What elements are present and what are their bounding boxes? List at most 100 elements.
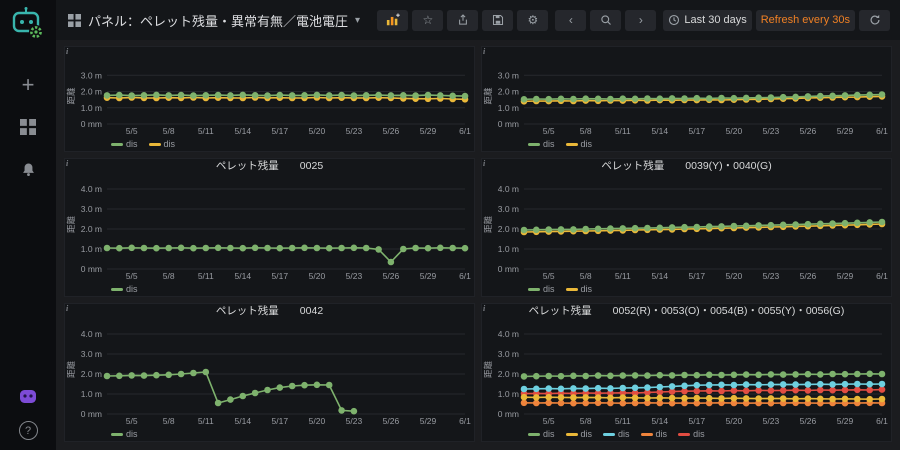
star-button[interactable]: ☆ bbox=[412, 10, 443, 31]
time-forward-button[interactable]: › bbox=[625, 10, 656, 31]
app-window: + ? bbox=[0, 0, 900, 450]
panel-title[interactable]: ペレット残量 0039(Y)・0040(G) bbox=[482, 159, 891, 174]
sidebar-dashboards-button[interactable] bbox=[8, 109, 48, 145]
svg-text:5/14: 5/14 bbox=[652, 416, 669, 426]
magnifier-icon bbox=[600, 14, 612, 26]
svg-text:5/23: 5/23 bbox=[763, 126, 780, 136]
legend-item[interactable]: dis bbox=[528, 284, 555, 294]
svg-text:5/17: 5/17 bbox=[689, 126, 706, 136]
share-button[interactable] bbox=[447, 10, 478, 31]
time-range-picker[interactable]: Last 30 days bbox=[663, 10, 751, 31]
svg-text:4.0 m: 4.0 m bbox=[81, 184, 102, 194]
svg-text:5/14: 5/14 bbox=[652, 126, 669, 136]
legend-item[interactable]: dis bbox=[566, 139, 593, 149]
svg-text:5/14: 5/14 bbox=[235, 126, 252, 136]
legend-color-swatch bbox=[641, 433, 653, 436]
svg-text:3.0 m: 3.0 m bbox=[498, 204, 519, 214]
panel-title[interactable]: ペレット残量 0042 bbox=[65, 304, 474, 319]
dashboard-icon[interactable] bbox=[68, 14, 81, 27]
svg-text:4.0 m: 4.0 m bbox=[498, 329, 519, 339]
time-back-button[interactable]: ‹ bbox=[555, 10, 586, 31]
line-chart[interactable]: 0 mm1.0 m2.0 m3.0 m4.0 m5/55/85/115/145/… bbox=[482, 319, 891, 427]
svg-text:1.0 m: 1.0 m bbox=[81, 244, 102, 254]
refresh-interval-picker[interactable]: Refresh every 30s bbox=[756, 10, 855, 31]
svg-text:1.0 m: 1.0 m bbox=[498, 389, 519, 399]
svg-text:5/8: 5/8 bbox=[580, 271, 592, 281]
chevron-down-icon[interactable]: ▾ bbox=[355, 15, 360, 26]
svg-text:5/23: 5/23 bbox=[346, 126, 363, 136]
panel-info-icon[interactable]: i bbox=[483, 159, 485, 168]
svg-text:距離: 距離 bbox=[66, 361, 76, 379]
svg-text:5/29: 5/29 bbox=[837, 416, 854, 426]
legend-item[interactable]: dis bbox=[603, 429, 630, 439]
svg-text:1.0 m: 1.0 m bbox=[498, 244, 519, 254]
app-logo[interactable] bbox=[10, 6, 46, 42]
svg-text:5/11: 5/11 bbox=[615, 271, 631, 281]
panel-title[interactable] bbox=[482, 47, 891, 62]
legend-item[interactable]: dis bbox=[528, 429, 555, 439]
svg-text:5/5: 5/5 bbox=[126, 126, 138, 136]
add-panel-button[interactable] bbox=[377, 10, 408, 31]
chart-legend: dis dis bbox=[482, 137, 891, 151]
svg-text:5/20: 5/20 bbox=[309, 271, 326, 281]
legend-color-swatch bbox=[566, 143, 578, 146]
svg-text:5/23: 5/23 bbox=[763, 416, 780, 426]
sidebar-alerting-button[interactable] bbox=[8, 151, 48, 187]
panel-info-icon[interactable]: i bbox=[483, 47, 485, 56]
main-area: パネル：ペレット残量・異常有無／電池電圧 ▾ ☆ bbox=[56, 0, 900, 450]
sidebar-create-button[interactable]: + bbox=[8, 67, 48, 103]
gear-icon: ⚙ bbox=[527, 14, 538, 26]
line-chart[interactable]: 0 mm1.0 m2.0 m3.0 m4.0 m5/55/85/115/145/… bbox=[65, 319, 474, 427]
chart-legend: dis dis bbox=[65, 137, 474, 151]
line-chart[interactable]: 0 mm1.0 m2.0 m3.0 m4.0 m5/55/85/115/145/… bbox=[482, 174, 891, 282]
panel-info-icon[interactable]: i bbox=[66, 47, 68, 56]
dashboard-title[interactable]: パネル：ペレット残量・異常有無／電池電圧 bbox=[88, 11, 348, 30]
save-button[interactable] bbox=[482, 10, 513, 31]
legend-item[interactable]: dis bbox=[566, 429, 593, 439]
line-chart[interactable]: 0 mm1.0 m2.0 m3.0 m5/55/85/115/145/175/2… bbox=[482, 62, 891, 137]
refresh-button[interactable] bbox=[859, 10, 890, 31]
panel-title[interactable]: ペレット残量 0052(R)・0053(O)・0054(B)・0055(Y)・0… bbox=[482, 304, 891, 319]
panel-pellet-top-right: i 0 mm1.0 m2.0 m3.0 m5/55/85/115/145/175… bbox=[481, 46, 892, 152]
svg-text:5/8: 5/8 bbox=[163, 416, 175, 426]
svg-text:5/14: 5/14 bbox=[235, 416, 252, 426]
svg-text:0 mm: 0 mm bbox=[81, 409, 102, 419]
svg-text:5/17: 5/17 bbox=[272, 271, 289, 281]
panel-title[interactable]: ペレット残量 0025 bbox=[65, 159, 474, 174]
legend-item[interactable]: dis bbox=[111, 429, 138, 439]
panel-title[interactable] bbox=[65, 47, 474, 62]
sidebar-bottom: ? bbox=[18, 386, 38, 440]
plus-icon: + bbox=[22, 74, 35, 96]
user-avatar[interactable] bbox=[18, 386, 38, 411]
legend-color-swatch bbox=[566, 433, 578, 436]
svg-text:5/5: 5/5 bbox=[543, 271, 555, 281]
legend-item[interactable]: dis bbox=[149, 139, 176, 149]
legend-item[interactable]: dis bbox=[641, 429, 668, 439]
line-chart[interactable]: 0 mm1.0 m2.0 m3.0 m5/55/85/115/145/175/2… bbox=[65, 62, 474, 137]
panel-info-icon[interactable]: i bbox=[66, 304, 68, 313]
help-button[interactable]: ? bbox=[19, 421, 38, 440]
svg-text:2.0 m: 2.0 m bbox=[498, 224, 519, 234]
svg-text:2.0 m: 2.0 m bbox=[81, 369, 102, 379]
svg-text:0 mm: 0 mm bbox=[81, 119, 102, 129]
legend-item[interactable]: dis bbox=[566, 284, 593, 294]
legend-item[interactable]: dis bbox=[678, 429, 705, 439]
svg-text:5/26: 5/26 bbox=[800, 416, 817, 426]
sidebar: + ? bbox=[0, 0, 56, 450]
zoom-out-button[interactable] bbox=[590, 10, 621, 31]
panel-info-icon[interactable]: i bbox=[483, 304, 485, 313]
svg-text:6/1: 6/1 bbox=[876, 271, 888, 281]
legend-item[interactable]: dis bbox=[111, 284, 138, 294]
legend-item[interactable]: dis bbox=[528, 139, 555, 149]
svg-text:3.0 m: 3.0 m bbox=[81, 70, 102, 80]
dashboard-grid-icon bbox=[20, 119, 36, 135]
line-chart[interactable]: 0 mm1.0 m2.0 m3.0 m4.0 m5/55/85/115/145/… bbox=[65, 174, 474, 282]
refresh-interval-label: Refresh every 30s bbox=[761, 15, 850, 26]
robot-logo-icon bbox=[10, 6, 46, 42]
legend-item[interactable]: dis bbox=[111, 139, 138, 149]
svg-text:6/1: 6/1 bbox=[876, 126, 888, 136]
settings-button[interactable]: ⚙ bbox=[517, 10, 548, 31]
svg-text:距離: 距離 bbox=[66, 216, 76, 234]
panel-info-icon[interactable]: i bbox=[66, 159, 68, 168]
svg-text:5/17: 5/17 bbox=[272, 126, 289, 136]
